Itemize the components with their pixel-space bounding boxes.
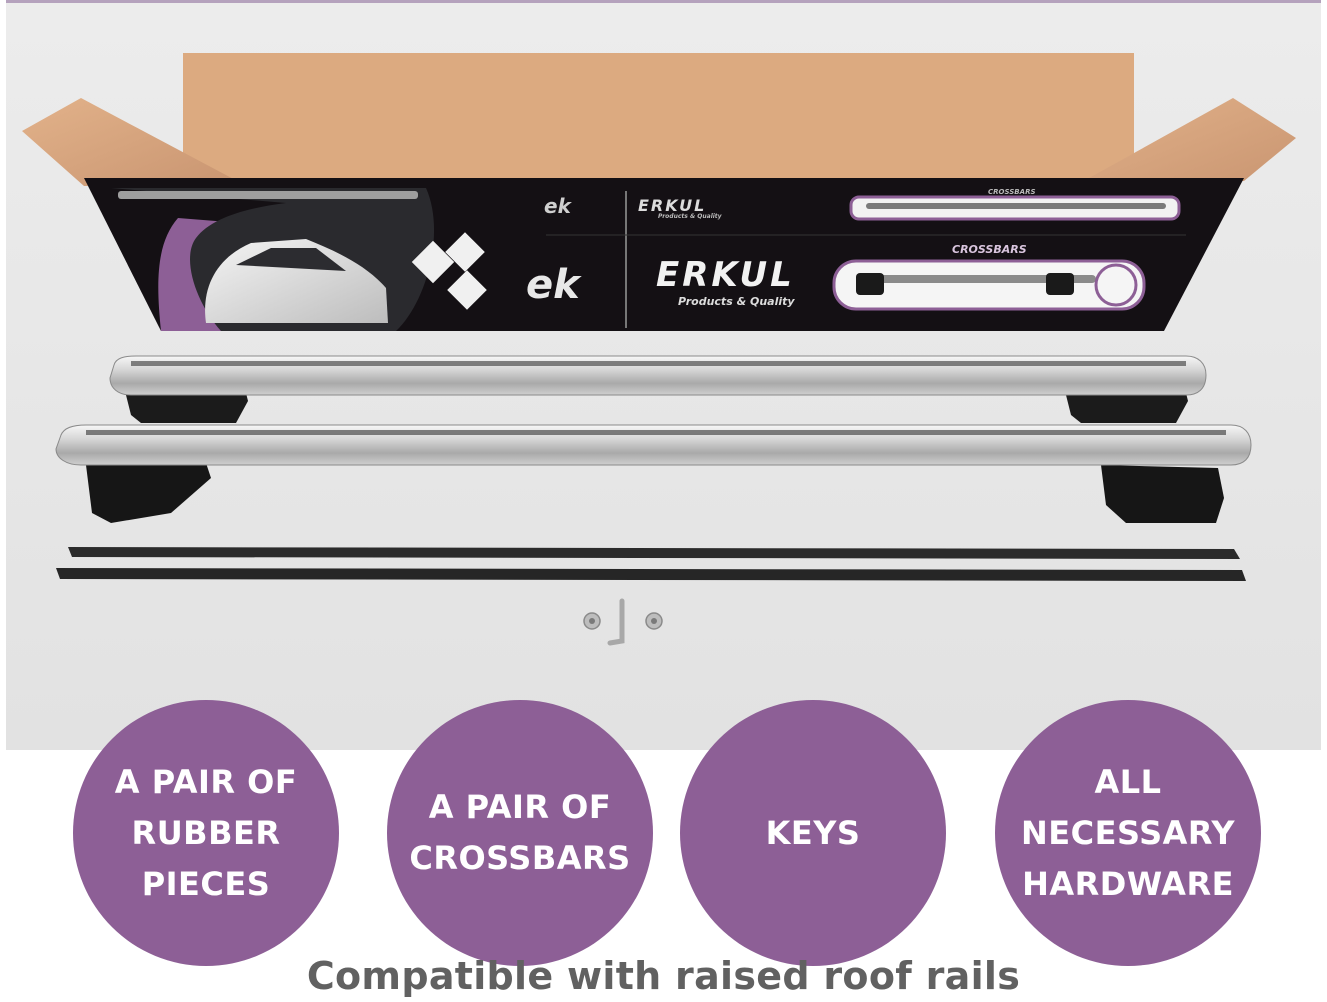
brand-initials-top: ek bbox=[544, 194, 573, 218]
brand-initials: ek bbox=[526, 262, 582, 308]
feature-circle-hardware: ALL NECESSARY HARDWARE bbox=[995, 700, 1261, 966]
product-illustration: ek ek ERKUL ERKUL Products & Quality Pro… bbox=[22, 53, 1296, 646]
crossbar-back bbox=[109, 355, 1207, 423]
feature-circle-keys: KEYS bbox=[680, 700, 946, 966]
brand-tagline-top: Products & Quality bbox=[658, 213, 723, 220]
brand-name: ERKUL bbox=[656, 255, 795, 295]
feature-label: KEYS bbox=[765, 813, 861, 852]
product-label-top: CROSSBARS bbox=[988, 188, 1036, 196]
keys-and-tool bbox=[583, 598, 663, 646]
crossbar-front bbox=[55, 424, 1252, 523]
compatibility-caption: Compatible with raised roof rails bbox=[306, 954, 1021, 998]
product-scene: ek ek ERKUL ERKUL Products & Quality Pro… bbox=[6, 0, 1321, 750]
feature-circle-crossbars: A PAIR OF CROSSBARS bbox=[387, 700, 653, 966]
rubber-strips bbox=[56, 547, 1246, 581]
brand-tagline: Products & Quality bbox=[678, 295, 795, 308]
product-label: CROSSBARS bbox=[952, 243, 1027, 256]
feature-label: ALL NECESSARY HARDWARE bbox=[1021, 762, 1235, 903]
box-back-panel bbox=[183, 53, 1134, 191]
feature-circle-rubber-pieces: A PAIR OF RUBBER PIECES bbox=[73, 700, 339, 966]
feature-label: A PAIR OF CROSSBARS bbox=[409, 788, 631, 877]
feature-label: A PAIR OF RUBBER PIECES bbox=[114, 762, 298, 903]
